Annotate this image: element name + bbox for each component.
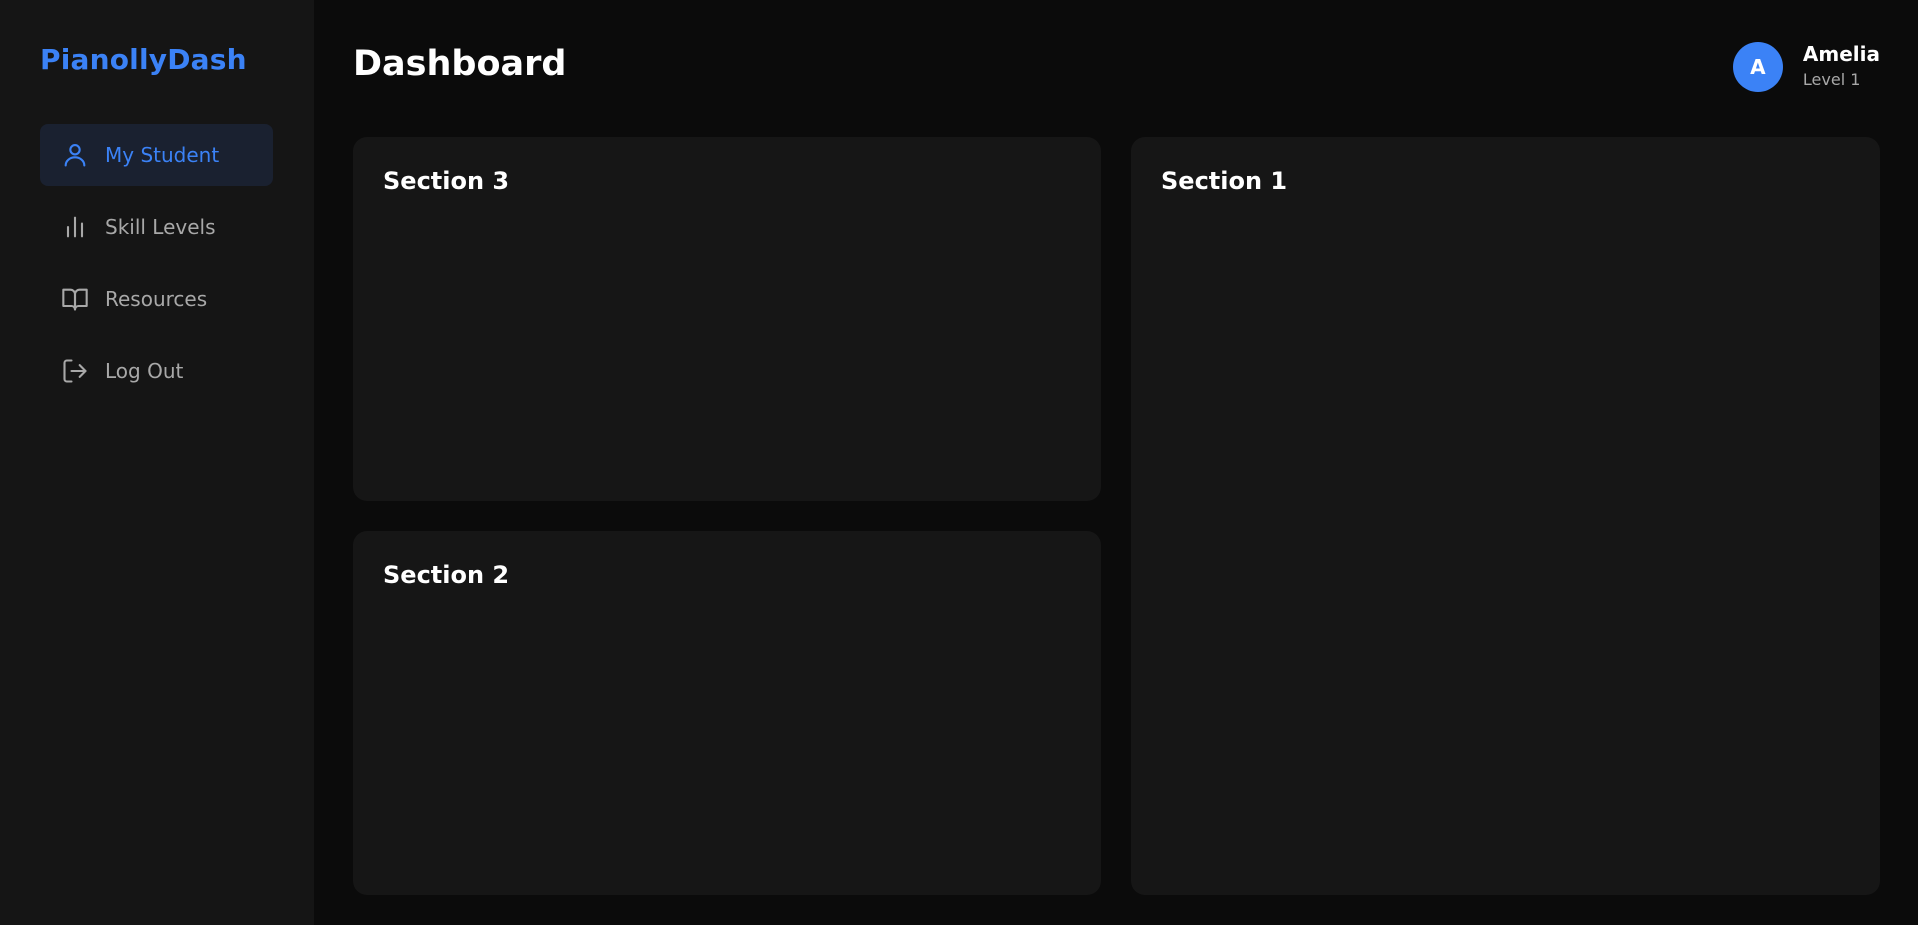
log-out-icon bbox=[60, 356, 90, 386]
section-title: Section 2 bbox=[383, 561, 510, 589]
section-title: Section 1 bbox=[1161, 167, 1288, 195]
sidebar-item-label: Skill Levels bbox=[105, 215, 216, 239]
user-profile[interactable]: A Amelia Level 1 bbox=[1732, 41, 1880, 93]
brand-logo[interactable]: PianollyDash bbox=[40, 40, 314, 80]
sidebar-item-label: Log Out bbox=[105, 359, 184, 383]
section-2-card: Section 2 bbox=[353, 531, 1101, 895]
sidebar-item-log-out[interactable]: Log Out bbox=[40, 340, 273, 402]
user-icon bbox=[60, 140, 90, 170]
sidebar-item-label: My Student bbox=[105, 143, 220, 167]
sidebar-item-label: Resources bbox=[105, 287, 208, 311]
page-title: Dashboard bbox=[353, 44, 567, 84]
main-content: Dashboard A Amelia Level 1 Section 3 Sec… bbox=[314, 0, 1918, 925]
user-info: Amelia Level 1 bbox=[1803, 41, 1880, 93]
sidebar-nav: My Student Skill Levels Resources Log Ou… bbox=[0, 124, 314, 402]
book-open-icon bbox=[60, 284, 90, 314]
sidebar-item-resources[interactable]: Resources bbox=[40, 268, 273, 330]
sidebar-item-my-student[interactable]: My Student bbox=[40, 124, 273, 186]
app-root: PianollyDash My Student Skill Levels Res… bbox=[0, 0, 1918, 925]
user-name: Amelia bbox=[1802, 42, 1880, 66]
avatar[interactable]: A bbox=[1732, 42, 1783, 92]
sidebar: PianollyDash My Student Skill Levels Res… bbox=[0, 0, 314, 925]
user-level: Level 1 bbox=[1802, 70, 1861, 89]
section-1-card: Section 1 bbox=[1131, 137, 1880, 895]
section-3-card: Section 3 bbox=[353, 137, 1101, 501]
section-title: Section 3 bbox=[383, 167, 510, 195]
sidebar-item-skill-levels[interactable]: Skill Levels bbox=[40, 196, 273, 258]
bar-chart-icon bbox=[60, 212, 90, 242]
